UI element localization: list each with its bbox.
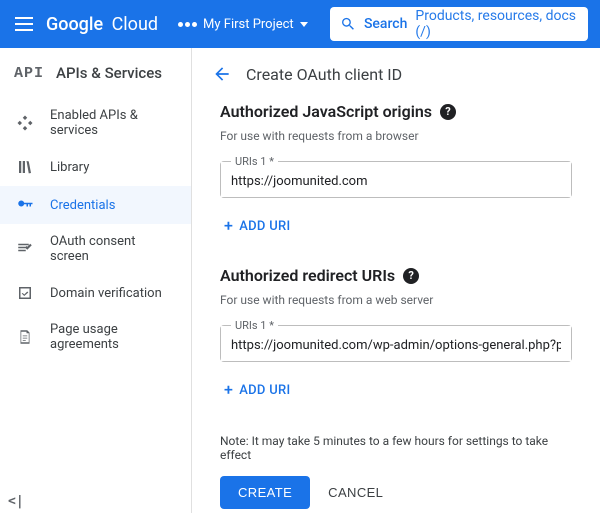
api-logo: API bbox=[14, 65, 44, 82]
form-actions: CREATE CANCEL bbox=[192, 476, 600, 513]
brand-logo[interactable]: Google Cloud bbox=[46, 14, 158, 35]
settings-delay-note: Note: It may take 5 minutes to a few hou… bbox=[192, 430, 600, 476]
key-icon bbox=[16, 196, 34, 214]
document-icon bbox=[16, 328, 34, 346]
plus-icon: + bbox=[224, 218, 233, 234]
check-box-icon bbox=[16, 284, 34, 302]
sidebar-item-label: Enabled APIs & services bbox=[50, 108, 175, 138]
sidebar-item-domain-verification[interactable]: Domain verification bbox=[0, 274, 191, 312]
top-bar: Google Cloud My First Project Search Pro… bbox=[0, 0, 600, 48]
add-uri-label: ADD URI bbox=[239, 219, 290, 234]
js-origins-field: URIs 1 * bbox=[220, 161, 572, 198]
sidebar-title: APIs & Services bbox=[56, 64, 162, 82]
redirect-uris-field: URIs 1 * bbox=[220, 325, 572, 362]
library-icon bbox=[16, 158, 34, 176]
sidebar-item-label: Credentials bbox=[50, 198, 115, 213]
plus-icon: + bbox=[224, 382, 233, 398]
add-uri-label: ADD URI bbox=[239, 383, 290, 398]
sidebar-item-library[interactable]: Library bbox=[0, 148, 191, 186]
js-origins-field-label: URIs 1 * bbox=[231, 155, 278, 168]
js-origins-heading-text: Authorized JavaScript origins bbox=[220, 102, 432, 121]
js-origins-desc: For use with requests from a browser bbox=[220, 129, 572, 143]
search-label: Search bbox=[364, 16, 407, 32]
cancel-button[interactable]: CANCEL bbox=[328, 485, 383, 500]
redirect-uris-field-label: URIs 1 * bbox=[231, 319, 278, 332]
search-placeholder: Products, resources, docs (/) bbox=[415, 8, 578, 40]
help-icon[interactable]: ? bbox=[440, 104, 456, 120]
project-dots-icon bbox=[178, 22, 197, 27]
diamond-icon bbox=[16, 114, 34, 132]
js-origins-add-uri-button[interactable]: + ADD URI bbox=[220, 212, 294, 240]
project-name: My First Project bbox=[203, 17, 294, 32]
brand-word-1: Google bbox=[46, 14, 103, 35]
redirect-uris-add-uri-button[interactable]: + ADD URI bbox=[220, 376, 294, 404]
main-header: Create OAuth client ID bbox=[192, 48, 600, 102]
section-redirect-uris: Authorized redirect URIs ? For use with … bbox=[192, 266, 600, 430]
redirect-uris-heading-text: Authorized redirect URIs bbox=[220, 266, 395, 285]
sidebar-item-label: OAuth consent screen bbox=[50, 234, 175, 264]
search-icon bbox=[340, 15, 356, 33]
consent-icon bbox=[16, 240, 34, 258]
layout: API APIs & Services Enabled APIs & servi… bbox=[0, 48, 600, 513]
sidebar: API APIs & Services Enabled APIs & servi… bbox=[0, 48, 192, 513]
sidebar-item-label: Page usage agreements bbox=[50, 322, 175, 352]
sidebar-item-label: Library bbox=[50, 160, 89, 175]
sidebar-collapse-toggle[interactable]: <| bbox=[8, 494, 24, 509]
back-arrow-icon[interactable] bbox=[212, 64, 232, 84]
sidebar-item-oauth-consent[interactable]: OAuth consent screen bbox=[0, 224, 191, 274]
menu-icon[interactable] bbox=[12, 12, 36, 36]
help-icon[interactable]: ? bbox=[403, 268, 419, 284]
section-js-origins: Authorized JavaScript origins ? For use … bbox=[192, 102, 600, 266]
project-picker[interactable]: My First Project bbox=[178, 17, 308, 32]
sidebar-item-credentials[interactable]: Credentials bbox=[0, 186, 191, 224]
search-box[interactable]: Search Products, resources, docs (/) bbox=[330, 7, 588, 41]
js-origins-heading: Authorized JavaScript origins ? bbox=[220, 102, 572, 121]
sidebar-item-page-usage[interactable]: Page usage agreements bbox=[0, 312, 191, 362]
main-content: Create OAuth client ID Authorized JavaSc… bbox=[192, 48, 600, 513]
redirect-uris-desc: For use with requests from a web server bbox=[220, 293, 572, 307]
create-button[interactable]: CREATE bbox=[220, 476, 310, 509]
brand-word-2: Cloud bbox=[112, 14, 158, 35]
chevron-down-icon bbox=[300, 22, 308, 27]
sidebar-item-enabled-apis[interactable]: Enabled APIs & services bbox=[0, 98, 191, 148]
sidebar-header: API APIs & Services bbox=[0, 54, 191, 98]
redirect-uris-heading: Authorized redirect URIs ? bbox=[220, 266, 572, 285]
page-title: Create OAuth client ID bbox=[246, 65, 402, 84]
sidebar-item-label: Domain verification bbox=[50, 286, 162, 301]
